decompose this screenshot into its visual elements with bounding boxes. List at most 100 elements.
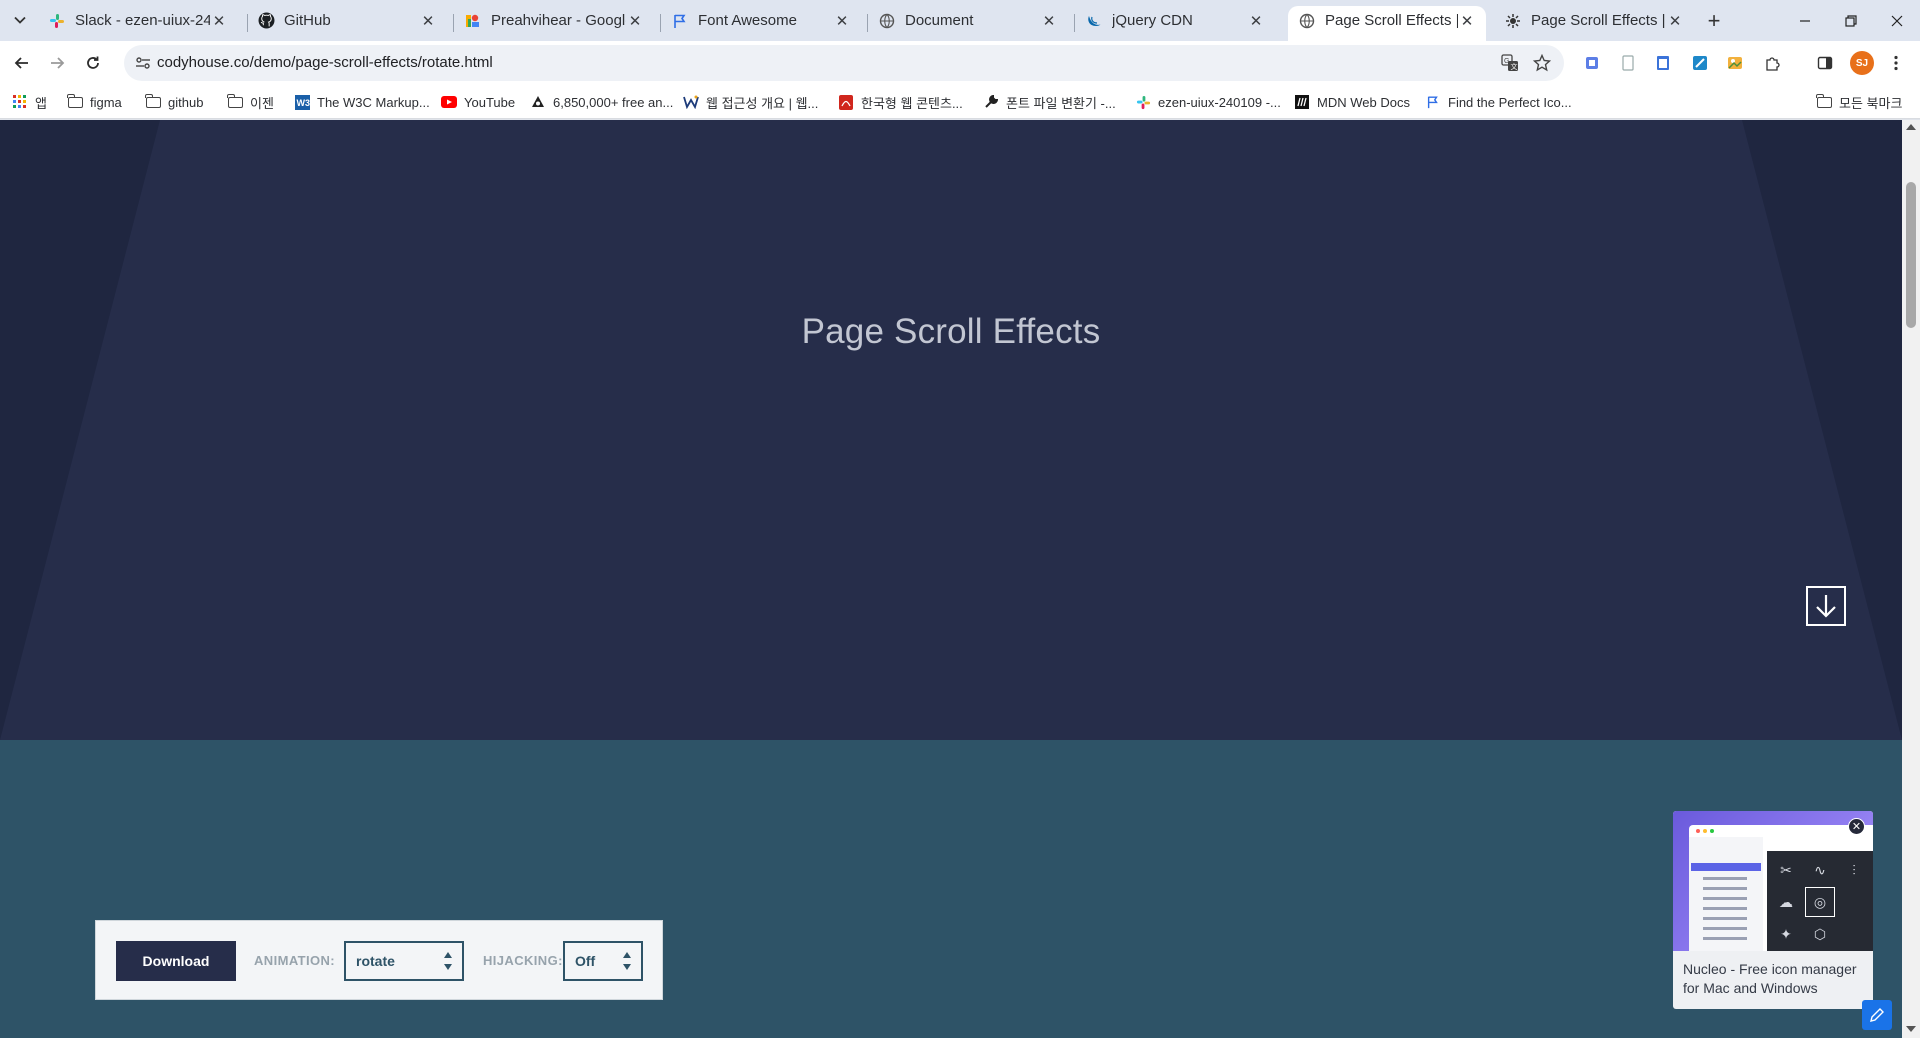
bookmark-folder-github[interactable]: github (144, 91, 204, 113)
mdn-icon (1294, 94, 1310, 110)
select-arrows-icon (623, 952, 632, 970)
bookmark-slack[interactable]: ezen-uiux-240109 -... (1135, 91, 1281, 113)
bookmark-label: The W3C Markup... (317, 94, 430, 110)
extension-page-icon[interactable] (1618, 53, 1638, 73)
bookmark-w3c[interactable]: W3 The W3C Markup... (294, 91, 430, 113)
close-tab-icon[interactable]: ✕ (1040, 12, 1058, 30)
menu-kebab-icon[interactable] (1886, 53, 1906, 73)
bookmarks-bar: 앱 figma github 이젠 W3 The W3C Markup... Y… (0, 85, 1920, 119)
tab-title: Document (905, 12, 974, 29)
bookmark-label: github (168, 94, 204, 110)
browser-toolbar: codyhouse.co/demo/page-scroll-effects/ro… (0, 41, 1920, 85)
close-tab-icon[interactable]: ✕ (1458, 12, 1476, 30)
chevron-down-icon (14, 16, 26, 24)
bookmark-kwcag[interactable]: 한국형 웹 콘텐츠... (838, 91, 963, 113)
profile-avatar[interactable]: SJ (1850, 51, 1874, 75)
address-bar[interactable]: codyhouse.co/demo/page-scroll-effects/ro… (124, 45, 1564, 81)
scroll-down-arrow[interactable] (1906, 1026, 1916, 1032)
flaticon-icon (530, 94, 546, 110)
jquery-icon (1085, 12, 1103, 30)
bookmark-font-converter[interactable]: 폰트 파일 변환기 -... (983, 91, 1116, 113)
tab-page-scroll-effects[interactable]: Page Scroll Effects | CodyHouse ✕ (1494, 6, 1694, 35)
bookmark-apps[interactable]: 앱 (12, 91, 47, 113)
close-tab-icon[interactable]: ✕ (626, 12, 644, 30)
arrow-right-icon (51, 57, 65, 69)
close-tab-icon[interactable]: ✕ (210, 12, 228, 30)
bookmark-folder-ezen[interactable]: 이젠 (226, 91, 274, 113)
extensions-puzzle-icon[interactable] (1762, 53, 1782, 73)
tab-jquery-cdn[interactable]: jQuery CDN ✕ (1075, 6, 1275, 35)
close-tab-icon[interactable]: ✕ (1247, 12, 1265, 30)
download-button[interactable]: Download (116, 941, 236, 981)
edit-pen-button[interactable] (1862, 1000, 1892, 1030)
folder-icon (66, 93, 83, 110)
bookmark-find-icons[interactable]: Find the Perfect Ico... (1425, 91, 1572, 113)
scroll-up-arrow[interactable] (1906, 124, 1916, 130)
globe-icon (878, 12, 896, 30)
scroll-down-button[interactable] (1806, 586, 1846, 626)
bookmark-folder-figma[interactable]: figma (66, 91, 122, 113)
close-tab-icon[interactable]: ✕ (833, 12, 851, 30)
reload-button[interactable] (81, 51, 105, 75)
demo-controls-panel: Download ANIMATION: rotate HIJACKING: Of… (95, 920, 663, 1000)
svg-text:文: 文 (1511, 62, 1518, 71)
bookmark-label: 이젠 (250, 95, 274, 111)
animation-select[interactable]: rotate (344, 941, 464, 981)
extension-translate-icon[interactable] (1582, 53, 1602, 73)
new-tab-button[interactable]: + (1702, 8, 1726, 33)
github-icon (257, 12, 275, 30)
side-panel-icon[interactable] (1815, 53, 1835, 73)
tab-slack[interactable]: Slack - ezen-uiux-240109 ✕ (38, 6, 238, 35)
restore-icon (1845, 14, 1857, 27)
hijacking-select[interactable]: Off (563, 941, 643, 981)
youtube-icon (441, 94, 457, 110)
tab-strip: Slack - ezen-uiux-240109 ✕ GitHub ✕ Prea… (0, 0, 1920, 41)
arrow-left-icon (14, 57, 28, 69)
tab-title: jQuery CDN (1112, 12, 1193, 29)
page-viewport: Page Scroll Effects (0, 120, 1902, 1038)
bug-icon (1504, 12, 1522, 30)
apps-icon (12, 94, 28, 110)
translate-icon[interactable]: G文 (1500, 53, 1520, 73)
site-info-icon[interactable] (134, 54, 152, 72)
ad-close-button[interactable]: ✕ (1848, 818, 1865, 835)
tab-document[interactable]: Document ✕ (868, 6, 1068, 35)
bookmark-label: 6,850,000+ free an... (553, 94, 674, 110)
tab-font-awesome[interactable]: Font Awesome ✕ (661, 6, 861, 35)
bookmark-flaticon[interactable]: 6,850,000+ free an... (530, 91, 673, 113)
extension-colorpicker-icon[interactable] (1690, 53, 1710, 73)
extension-image-icon[interactable] (1725, 53, 1745, 73)
folder-icon (144, 93, 161, 110)
extension-docs-icon[interactable] (1653, 53, 1673, 73)
pen-icon (1870, 1008, 1884, 1022)
arrow-down-icon (1816, 595, 1836, 618)
animation-value: rotate (356, 953, 395, 969)
bookmark-web-accessibility[interactable]: 웹 접근성 개요 | 웹... (683, 91, 818, 113)
tab-github[interactable]: GitHub ✕ (247, 6, 447, 35)
bookmark-star-icon[interactable] (1532, 53, 1552, 73)
close-tab-icon[interactable]: ✕ (1666, 12, 1684, 30)
forward-button[interactable] (45, 51, 69, 75)
close-window-button[interactable] (1874, 0, 1920, 41)
minimize-button[interactable] (1782, 0, 1828, 41)
back-button[interactable] (10, 51, 34, 75)
tab-search-button[interactable] (8, 8, 32, 32)
bookmark-youtube[interactable]: YouTube (441, 91, 515, 113)
restore-button[interactable] (1828, 0, 1874, 41)
bookmark-mdn[interactable]: MDN Web Docs (1294, 91, 1410, 113)
svg-text:G: G (1504, 58, 1509, 65)
close-tab-icon[interactable]: ✕ (419, 12, 437, 30)
tab-title: Font Awesome (698, 12, 797, 29)
hero-left-shade (0, 120, 160, 740)
bookmark-label: 폰트 파일 변환기 -... (1006, 95, 1116, 111)
tab-page-scroll-effects-active[interactable]: Page Scroll Effects | CodyHouse ✕ (1288, 6, 1486, 41)
tab-google-fonts[interactable]: Preahvihear - Google Fonts ✕ (454, 6, 654, 35)
animation-label: ANIMATION: (254, 953, 336, 968)
bookmark-label: Find the Perfect Ico... (1448, 94, 1572, 110)
url-text: codyhouse.co/demo/page-scroll-effects/ro… (157, 54, 493, 71)
bookmark-all-bookmarks[interactable]: 모든 북마크 (1815, 91, 1902, 113)
scrollbar-thumb[interactable] (1906, 182, 1916, 328)
page-scrollbar[interactable] (1902, 120, 1920, 1038)
bookmark-label: 한국형 웹 콘텐츠... (861, 95, 963, 111)
nucleo-ad[interactable]: ✂ ∿ ⫶ ☁ ◎ ✦ ⬡ Nucleo - Free icon manager… (1673, 811, 1873, 1009)
